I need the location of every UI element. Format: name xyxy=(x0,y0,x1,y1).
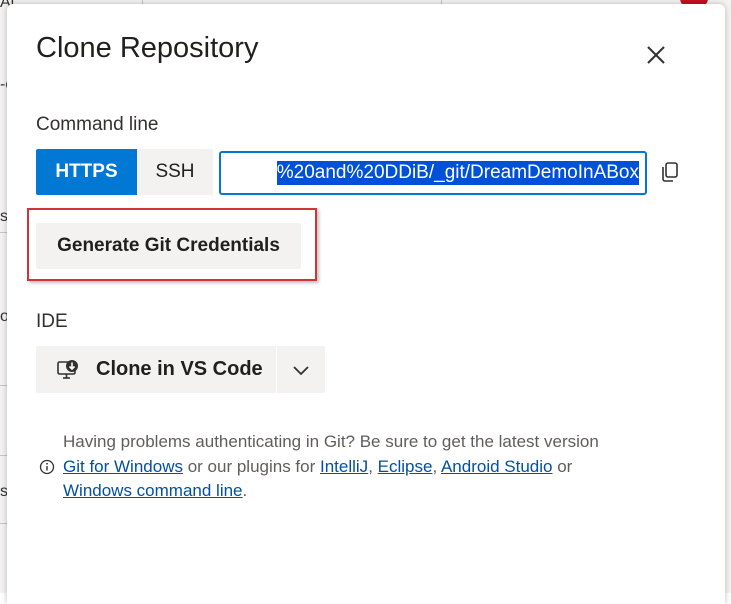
chevron-down-icon xyxy=(293,365,309,375)
git-for-windows-link[interactable]: Git for Windows xyxy=(63,457,183,476)
generate-git-credentials-button[interactable]: Generate Git Credentials xyxy=(36,223,301,269)
intellij-link[interactable]: IntelliJ xyxy=(320,457,368,476)
ide-dropdown-button[interactable] xyxy=(277,346,325,393)
clone-url-text: %20and%20DDiB/_git/DreamDemoInABox xyxy=(276,161,639,185)
clone-in-vscode-label: Clone in VS Code xyxy=(96,358,263,380)
windows-command-line-link[interactable]: Windows command line xyxy=(63,481,243,500)
help-line: Having problems authenticating in Git? B… xyxy=(63,432,599,451)
ide-label: IDE xyxy=(36,311,68,332)
help-text: or our plugins for xyxy=(182,456,320,476)
info-icon xyxy=(39,459,55,475)
clone-repository-dialog: Clone Repository Command line HTTPS SSH … xyxy=(7,4,725,604)
close-icon xyxy=(647,46,665,64)
eclipse-link[interactable]: Eclipse xyxy=(378,457,433,476)
https-toggle-button[interactable]: HTTPS xyxy=(36,149,137,195)
help-text: , xyxy=(368,456,378,476)
android-studio-link[interactable]: Android Studio xyxy=(441,457,553,476)
copy-icon xyxy=(662,162,678,182)
help-text: . xyxy=(242,481,248,500)
close-button[interactable] xyxy=(643,42,669,68)
dialog-title: Clone Repository xyxy=(36,32,259,64)
monitor-download-icon xyxy=(57,359,78,379)
help-text: , xyxy=(432,456,441,476)
clone-in-vscode-button[interactable]: Clone in VS Code xyxy=(36,346,276,393)
ssh-toggle-button[interactable]: SSH xyxy=(137,149,213,195)
help-text: or xyxy=(552,456,573,476)
copy-url-button[interactable] xyxy=(659,160,681,184)
clone-url-field[interactable]: %20and%20DDiB/_git/DreamDemoInABox xyxy=(219,151,647,195)
command-line-label: Command line xyxy=(36,114,159,135)
auth-help-text: Having problems authenticating in Git? B… xyxy=(63,430,663,504)
